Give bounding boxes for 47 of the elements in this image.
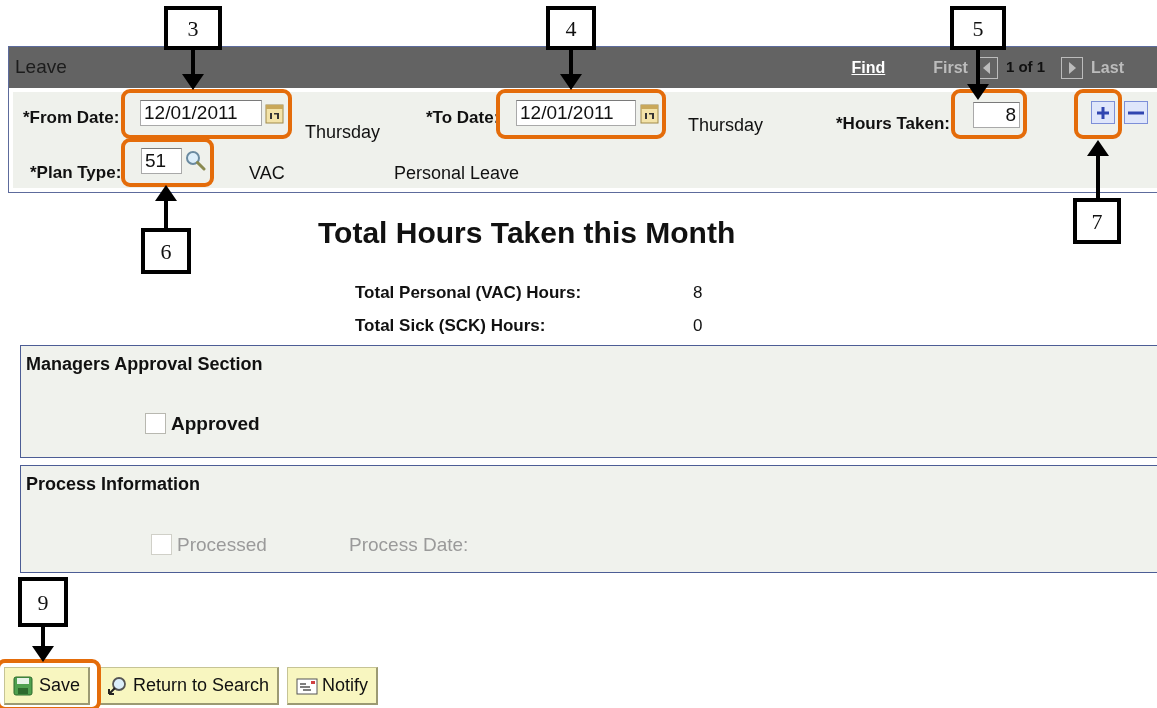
- plan-type-field[interactable]: 51: [141, 148, 182, 174]
- notify-button[interactable]: Notify: [287, 667, 379, 705]
- total-label: Total Personal (VAC) Hours:: [355, 282, 582, 304]
- checkbox-label: Processed: [177, 533, 267, 557]
- field-label: *From Date:: [23, 107, 120, 129]
- plan-code: VAC: [249, 162, 285, 185]
- total-value: 8: [693, 282, 703, 304]
- field-label: Process Date:: [349, 533, 469, 557]
- callout-arrow: [1085, 140, 1111, 198]
- panel-title: Leave: [15, 55, 67, 80]
- callout-arrow: [558, 50, 584, 90]
- date-field[interactable]: 12/01/2011: [140, 100, 262, 126]
- hours-field[interactable]: 8: [973, 102, 1020, 128]
- callout-number: 6: [141, 228, 191, 274]
- callout-arrow: [180, 50, 206, 90]
- callout-number: 3: [164, 6, 222, 50]
- callout-number: 5: [950, 6, 1006, 50]
- summary-title: Total Hours Taken this Month: [318, 215, 736, 251]
- find-link[interactable]: Find: [851, 55, 886, 80]
- callout-number: 7: [1073, 198, 1121, 244]
- calendar-icon[interactable]: [265, 102, 284, 124]
- callout-number: 4: [546, 6, 596, 50]
- callout-arrow: [153, 185, 179, 228]
- search-button[interactable]: Return to Search: [98, 667, 280, 705]
- weekday-text: Thursday: [305, 121, 381, 144]
- section-title: Process Information: [26, 473, 201, 496]
- total-label: Total Sick (SCK) Hours:: [355, 315, 546, 337]
- callout-arrow: [30, 627, 56, 662]
- next-icon[interactable]: [1061, 56, 1084, 79]
- plus-icon[interactable]: [1096, 104, 1110, 121]
- field-label: *To Date:: [426, 107, 500, 129]
- field-label: *Plan Type:: [30, 162, 122, 184]
- checkbox[interactable]: [145, 413, 166, 434]
- save-button[interactable]: Save: [4, 667, 91, 705]
- highlight-frame: [1074, 89, 1122, 139]
- total-value: 0: [693, 315, 703, 337]
- search-icon[interactable]: [185, 150, 206, 171]
- callout-number: 9: [18, 577, 68, 627]
- weekday-text: Thursday: [688, 114, 764, 137]
- checkbox-label: Approved: [171, 412, 260, 436]
- page-counter: 1 of 1: [1005, 57, 1046, 78]
- date-field[interactable]: 12/01/2011: [516, 100, 636, 126]
- plan-description: Personal Leave: [394, 162, 520, 185]
- envelope-icon: [296, 675, 319, 696]
- section-title: Managers Approval Section: [26, 353, 263, 376]
- calendar-icon[interactable]: [640, 102, 659, 124]
- field-label: *Hours Taken:: [836, 113, 950, 135]
